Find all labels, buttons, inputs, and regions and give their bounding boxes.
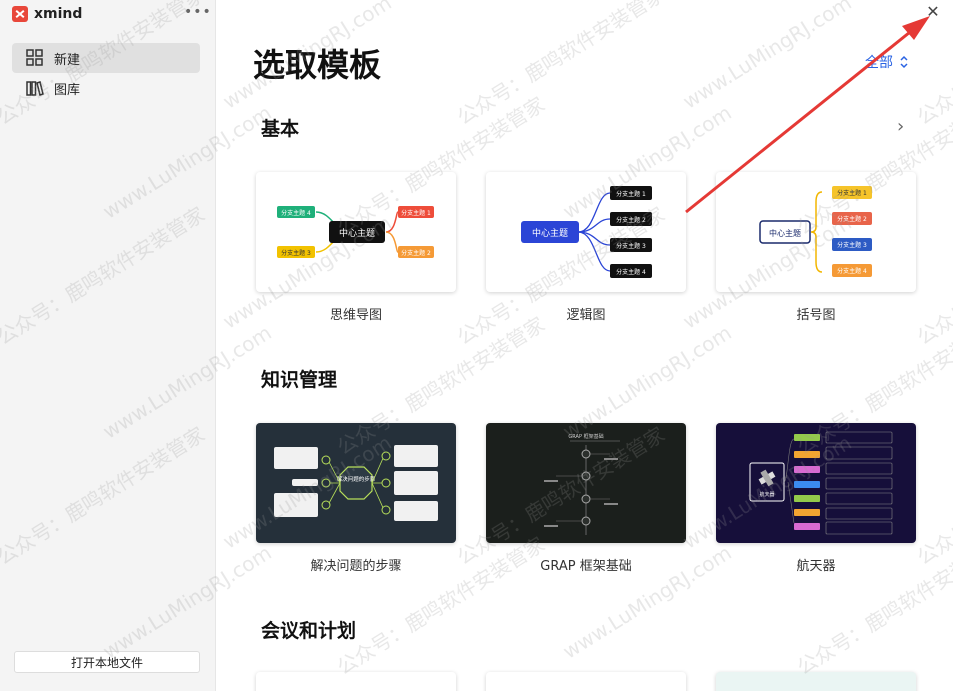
template-label: 航天器 — [796, 559, 836, 574]
center-topic: 中心主题 — [769, 228, 801, 238]
sidebar-item-new[interactable]: 新建 — [12, 43, 200, 73]
library-icon — [26, 81, 44, 96]
more-options-button[interactable]: ••• — [184, 4, 212, 20]
grap-preview: GRAP 框架基础 — [544, 433, 620, 535]
branch-topic: 分支主题 3 — [281, 249, 311, 257]
close-icon[interactable]: ✕ — [921, 2, 945, 22]
template-card-partial[interactable] — [486, 672, 686, 691]
chevron-up-down-icon — [900, 55, 908, 69]
center-topic: 解决问题的步骤 — [337, 475, 376, 483]
page-title: 选取模板 — [253, 46, 382, 84]
problem-solving-preview: 解决问题的步骤 — [274, 445, 438, 521]
section-title-knowledge: 知识管理 — [261, 369, 338, 391]
template-label: GRAP 框架基础 — [540, 559, 632, 574]
branch-topic: 分支主题 2 — [401, 249, 431, 257]
template-filter-select[interactable]: 全部 — [865, 52, 909, 72]
brace-preview: 中心主题 分支主题 1 分支主题 2 分支主题 3 分支主题 4 — [759, 186, 872, 277]
center-topic: GRAP 框架基础 — [568, 433, 603, 440]
grid-icon — [26, 49, 43, 66]
filter-label: 全部 — [865, 55, 893, 71]
mindmap-preview: 中心主题 分支主题 4 分支主题 3 分支主题 1 分支主题 2 — [277, 206, 434, 258]
branch-topic: 分支主题 3 — [837, 241, 867, 249]
template-card-partial[interactable] — [716, 672, 916, 691]
center-topic: 中心主题 — [532, 227, 568, 239]
template-card-mindmap[interactable]: 中心主题 分支主题 4 分支主题 3 分支主题 1 分支主题 2 — [256, 172, 456, 292]
template-label: 逻辑图 — [566, 308, 606, 323]
main-panel: ✕ 选取模板 全部 基本 › 中心主题 分支主题 4 分支主题 3 分支主题 1… — [217, 0, 953, 691]
sidebar-item-library[interactable]: 图库 — [12, 73, 200, 103]
template-card-partial[interactable] — [256, 672, 456, 691]
branch-topic: 分支主题 4 — [616, 268, 646, 276]
center-topic: 中心主题 — [339, 227, 375, 239]
template-card-problem-solving[interactable]: 解决问题的步骤 — [256, 423, 456, 543]
section-title-basic: 基本 — [261, 118, 300, 140]
section-title-meetings: 会议和计划 — [261, 620, 357, 642]
template-card-brace[interactable]: 中心主题 分支主题 1 分支主题 2 分支主题 3 分支主题 4 — [716, 172, 916, 292]
branch-topic: 分支主题 1 — [837, 189, 867, 197]
center-topic: 航天器 — [759, 491, 774, 498]
template-card-spacecraft[interactable]: 航天器 — [716, 423, 916, 543]
template-card-logic[interactable]: 中心主题 分支主题 1 分支主题 2 分支主题 3 分支主题 4 — [486, 172, 686, 292]
template-label: 解决问题的步骤 — [310, 559, 402, 574]
branch-topic: 分支主题 1 — [616, 190, 646, 198]
branch-topic: 分支主题 4 — [281, 209, 311, 217]
xmind-logo-icon — [12, 6, 28, 22]
sidebar-item-label: 图库 — [54, 82, 81, 98]
sidebar-nav: 新建 图库 — [12, 43, 200, 103]
app-name: xmind — [34, 6, 83, 22]
logic-preview: 中心主题 分支主题 1 分支主题 2 分支主题 3 分支主题 4 — [521, 186, 652, 278]
sidebar-item-label: 新建 — [54, 52, 81, 68]
branch-topic: 分支主题 1 — [401, 209, 431, 217]
template-card-grap[interactable]: GRAP 框架基础 — [486, 423, 686, 543]
branch-topic: 分支主题 4 — [837, 267, 867, 275]
brand: xmind — [12, 6, 82, 22]
branch-topic: 分支主题 2 — [616, 216, 646, 224]
sidebar: xmind ••• 新建 图库 打开本地文件 — [0, 0, 216, 691]
spacecraft-preview: 航天器 — [749, 431, 893, 535]
branch-topic: 分支主题 3 — [616, 242, 646, 250]
chevron-right-icon[interactable]: › — [897, 116, 904, 137]
open-local-file-button[interactable]: 打开本地文件 — [14, 651, 200, 673]
branch-topic: 分支主题 2 — [837, 215, 867, 223]
template-label: 思维导图 — [329, 308, 382, 323]
template-label: 括号图 — [796, 308, 836, 323]
